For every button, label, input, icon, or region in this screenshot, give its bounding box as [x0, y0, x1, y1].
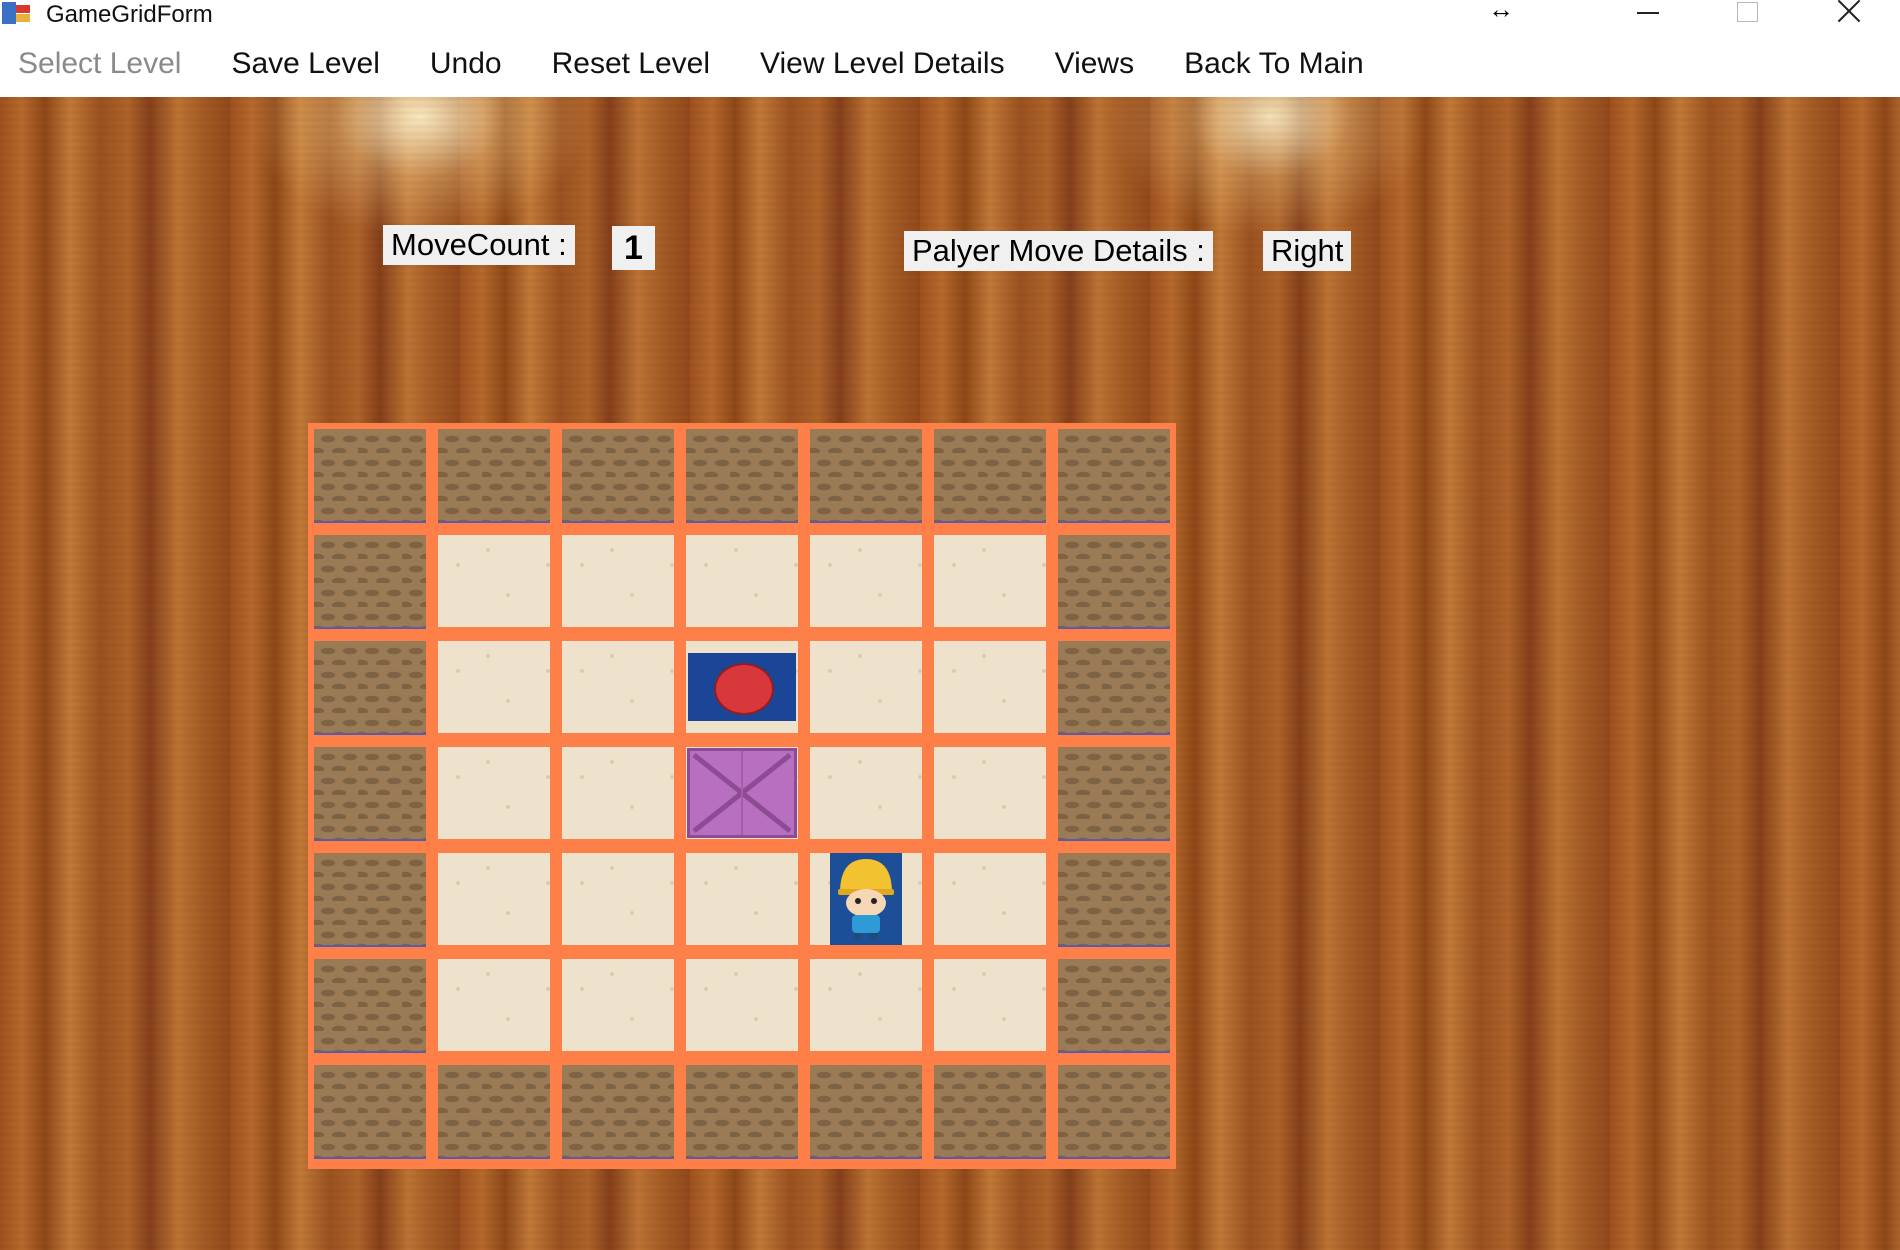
- floor-tile: [562, 853, 674, 945]
- menu-back-to-main[interactable]: Back To Main: [1159, 30, 1389, 97]
- wall-tile: [1058, 853, 1170, 947]
- floor-tile: [438, 853, 550, 945]
- wall-tile: [562, 429, 674, 523]
- floor-tile: [934, 535, 1046, 627]
- close-button[interactable]: [1797, 0, 1897, 30]
- floor-tile: [934, 641, 1046, 733]
- menu-view-level-details[interactable]: View Level Details: [735, 30, 1030, 97]
- menu-undo[interactable]: Undo: [405, 30, 527, 97]
- move-count-value: 1: [612, 226, 655, 270]
- floor-tile: [562, 959, 674, 1051]
- wall-tile: [314, 641, 426, 735]
- wall-tile: [1058, 747, 1170, 841]
- wall-tile: [1058, 1065, 1170, 1159]
- floor-tile: [562, 747, 674, 839]
- floor-tile: [934, 747, 1046, 839]
- wall-tile: [314, 747, 426, 841]
- floor-tile: [810, 959, 922, 1051]
- title-bar: GameGridForm ↔: [0, 0, 1900, 30]
- minimize-button[interactable]: [1597, 0, 1697, 30]
- menu-bar: Select Level Save Level Undo Reset Level…: [0, 30, 1900, 97]
- wall-tile: [314, 535, 426, 629]
- wall-tile: [314, 1065, 426, 1159]
- floor-tile: [562, 535, 674, 627]
- wall-tile: [1058, 429, 1170, 523]
- wall-tile: [1058, 959, 1170, 1053]
- floor-tile: [438, 959, 550, 1051]
- floor-tile: [438, 641, 550, 733]
- maximize-button[interactable]: [1697, 0, 1797, 30]
- menu-save-level[interactable]: Save Level: [206, 30, 404, 97]
- wall-tile: [686, 429, 798, 523]
- resize-cursor-icon: ↔: [1488, 0, 1514, 24]
- floor-tile: [686, 853, 798, 945]
- floor-tile: [686, 959, 798, 1051]
- wall-tile: [314, 853, 426, 947]
- wall-tile: [1058, 641, 1170, 735]
- floor-tile: [438, 747, 550, 839]
- wall-tile: [810, 429, 922, 523]
- wall-tile: [438, 1065, 550, 1159]
- window-title: GameGridForm: [46, 1, 213, 28]
- app-icon: [2, 2, 32, 24]
- wall-tile: [438, 429, 550, 523]
- wall-tile: [314, 959, 426, 1053]
- floor-tile: [562, 641, 674, 733]
- wall-tile: [810, 1065, 922, 1159]
- floor-tile: [438, 535, 550, 627]
- floor-tile: [810, 535, 922, 627]
- wall-tile: [562, 1065, 674, 1159]
- player-worker-icon: [830, 853, 902, 945]
- floor-tile: [686, 535, 798, 627]
- move-details-value: Right: [1263, 231, 1352, 271]
- menu-select-level[interactable]: Select Level: [0, 30, 206, 97]
- move-details-label: Palyer Move Details :: [904, 231, 1213, 271]
- floor-tile: [810, 641, 922, 733]
- target-goal-icon: [688, 653, 796, 721]
- menu-reset-level[interactable]: Reset Level: [527, 30, 735, 97]
- wall-tile: [1058, 535, 1170, 629]
- wall-tile: [934, 429, 1046, 523]
- wall-tile: [686, 1065, 798, 1159]
- menu-views[interactable]: Views: [1030, 30, 1159, 97]
- floor-tile: [810, 747, 922, 839]
- floor-tile: [934, 959, 1046, 1051]
- move-count-label: MoveCount :: [383, 225, 575, 265]
- target-dot: [714, 663, 774, 715]
- game-area: MoveCount : 1 Palyer Move Details : Righ…: [0, 97, 1900, 1250]
- crate-box-icon: [687, 748, 797, 838]
- wall-tile: [314, 429, 426, 523]
- wall-tile: [934, 1065, 1046, 1159]
- floor-tile: [934, 853, 1046, 945]
- game-board[interactable]: [308, 423, 1176, 1169]
